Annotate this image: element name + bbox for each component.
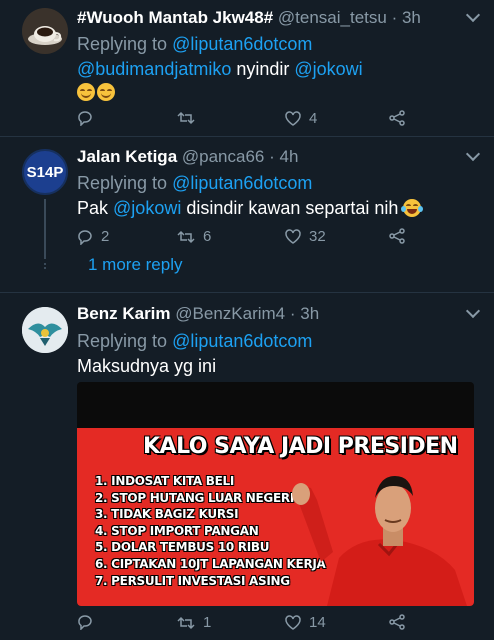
laughing-tears-emoji-icon bbox=[401, 199, 424, 217]
heart-icon bbox=[285, 229, 301, 244]
tweet-actions: 1 14 bbox=[77, 614, 494, 634]
share-icon bbox=[389, 110, 405, 126]
tweet-header: #Wuooh Mantab Jkw48# @tensai_tetsu · 3h bbox=[77, 8, 421, 28]
tweet-text: Maksudnya yg ini bbox=[77, 356, 217, 376]
reply-icon bbox=[78, 111, 92, 126]
timestamp: · 4h bbox=[269, 147, 299, 166]
retweet-count: 1 bbox=[203, 614, 212, 631]
display-name[interactable]: Benz Karim bbox=[77, 304, 171, 323]
emoji-line bbox=[77, 82, 117, 103]
heart-icon bbox=[285, 111, 301, 126]
display-name[interactable]: #Wuooh Mantab Jkw48# bbox=[77, 8, 273, 27]
replying-to: Replying to @liputan6dotcom bbox=[77, 34, 312, 55]
tweet-actions: 2 6 32 bbox=[77, 228, 494, 248]
retweet-button[interactable]: 6 bbox=[177, 228, 211, 245]
bird-avatar-icon bbox=[22, 307, 68, 353]
replying-prefix: Replying to bbox=[77, 331, 173, 351]
username[interactable]: @panca66 bbox=[182, 147, 265, 166]
retweet-icon bbox=[177, 111, 195, 125]
mention-link[interactable]: @jokowi bbox=[294, 59, 362, 79]
tweet-text-fragment: disindir kawan separtai nih bbox=[181, 198, 404, 218]
reply-button[interactable]: 2 bbox=[77, 228, 109, 245]
share-icon bbox=[389, 614, 405, 630]
reply-button[interactable] bbox=[77, 110, 101, 126]
chevron-down-icon[interactable] bbox=[465, 303, 481, 319]
reply-icon bbox=[78, 615, 92, 630]
replying-to-link[interactable]: @liputan6dotcom bbox=[172, 331, 312, 351]
tweet[interactable]: #Wuooh Mantab Jkw48# @tensai_tetsu · 3h … bbox=[0, 0, 494, 136]
thread-line bbox=[44, 199, 46, 259]
coffee-cup-avatar-icon bbox=[22, 8, 68, 54]
replying-to: Replying to @liputan6dotcom bbox=[77, 331, 312, 352]
tweet-header: Jalan Ketiga @panca66 · 4h bbox=[77, 147, 298, 167]
username[interactable]: @BenzKarim4 bbox=[175, 304, 285, 323]
tweet-header: Benz Karim @BenzKarim4 · 3h bbox=[77, 304, 319, 324]
retweet-button[interactable]: 1 bbox=[177, 614, 211, 631]
replying-to-link[interactable]: @liputan6dotcom bbox=[172, 34, 312, 54]
retweet-count: 6 bbox=[203, 228, 212, 245]
reply-count: 2 bbox=[101, 228, 110, 245]
replying-prefix: Replying to bbox=[77, 173, 173, 193]
like-button[interactable]: 4 bbox=[285, 110, 317, 127]
retweet-icon bbox=[177, 616, 195, 629]
tweet-text-fragment: Pak bbox=[77, 198, 114, 218]
share-button[interactable] bbox=[389, 228, 405, 244]
avatar[interactable] bbox=[22, 307, 68, 353]
tweet-text: @budimandjatmiko nyindir @jokowi bbox=[77, 59, 363, 80]
avatar[interactable]: S14P bbox=[22, 149, 68, 195]
retweet-icon bbox=[177, 230, 195, 243]
display-name[interactable]: Jalan Ketiga bbox=[77, 147, 177, 166]
poster: KALO SAYA JADI PRESIDEN 1. INDOSAT KITA … bbox=[77, 428, 474, 606]
mention-link[interactable]: @jokowi bbox=[113, 198, 181, 218]
like-count: 14 bbox=[309, 614, 326, 631]
heart-icon bbox=[285, 615, 301, 630]
replying-prefix: Replying to bbox=[77, 34, 173, 54]
share-icon bbox=[389, 228, 405, 244]
retweet-button[interactable] bbox=[177, 110, 203, 126]
thread-line-dots bbox=[44, 263, 46, 269]
tweet[interactable]: S14P Jalan Ketiga @panca66 · 4h Replying… bbox=[0, 137, 494, 292]
chevron-down-icon[interactable] bbox=[465, 7, 481, 23]
like-button[interactable]: 32 bbox=[285, 228, 326, 245]
mention-link[interactable]: @budimandjatmiko bbox=[77, 59, 231, 79]
timestamp: · 3h bbox=[289, 304, 320, 323]
tweet-text-fragment: nyindir bbox=[231, 59, 295, 79]
timestamp: · 3h bbox=[391, 8, 421, 27]
like-count: 32 bbox=[309, 228, 326, 245]
reply-button[interactable] bbox=[77, 614, 101, 630]
tweet-actions: 4 bbox=[77, 110, 494, 130]
tweet-text: Pak @jokowi disindir kawan separtai nih bbox=[77, 198, 424, 219]
share-button[interactable] bbox=[389, 614, 405, 630]
tweet-media-image[interactable]: KALO SAYA JADI PRESIDEN 1. INDOSAT KITA … bbox=[77, 382, 474, 606]
replying-to: Replying to @liputan6dotcom bbox=[77, 173, 312, 194]
avatar-text: S14P bbox=[26, 163, 64, 181]
like-button[interactable]: 14 bbox=[285, 614, 326, 631]
chevron-down-icon[interactable] bbox=[465, 146, 481, 162]
man-raising-fist-illustration bbox=[292, 476, 467, 606]
share-button[interactable] bbox=[389, 110, 405, 126]
avatar[interactable] bbox=[22, 8, 68, 54]
smiling-face-emoji-icon bbox=[77, 83, 95, 101]
more-replies-link[interactable]: 1 more reply bbox=[88, 255, 182, 275]
username[interactable]: @tensai_tetsu bbox=[278, 8, 387, 27]
smiling-face-emoji-icon bbox=[97, 83, 115, 101]
like-count: 4 bbox=[309, 110, 318, 127]
reply-icon bbox=[78, 229, 92, 245]
replying-to-link[interactable]: @liputan6dotcom bbox=[172, 173, 312, 193]
poster-title: KALO SAYA JADI PRESIDEN bbox=[143, 434, 458, 459]
